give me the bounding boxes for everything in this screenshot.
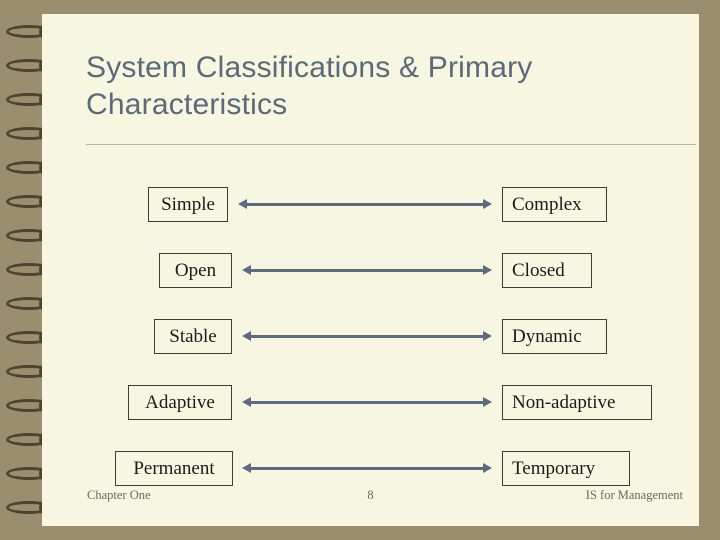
classification-right-box: Dynamic — [502, 319, 607, 354]
arrow-shaft — [250, 269, 484, 272]
slide-footer: Chapter One 8 IS for Management — [42, 488, 699, 506]
arrow-head-right-icon — [483, 463, 492, 473]
page-title: System Classifications & Primary Charact… — [86, 51, 533, 121]
double-arrow-icon — [242, 331, 492, 342]
classification-row: Adaptive Non-adaptive — [42, 372, 699, 438]
classification-rows: Simple Complex Open Closed Stable Dynamic Adap… — [42, 174, 699, 504]
arrow-head-right-icon — [483, 397, 492, 407]
classification-right-box: Non-adaptive — [502, 385, 652, 420]
arrow-shaft — [250, 335, 484, 338]
classification-row: Simple Complex — [42, 174, 699, 240]
classification-row: Open Closed — [42, 240, 699, 306]
classification-left-box: Stable — [154, 319, 232, 354]
arrow-shaft — [250, 467, 484, 470]
classification-left-box: Simple — [148, 187, 228, 222]
classification-right-box: Temporary — [502, 451, 630, 486]
slide-root: System Classifications & Primary Charact… — [0, 0, 720, 540]
classification-left-box: Open — [159, 253, 232, 288]
title-divider — [86, 144, 696, 145]
double-arrow-icon — [238, 199, 492, 210]
classification-row: Stable Dynamic — [42, 306, 699, 372]
arrow-shaft — [250, 401, 484, 404]
double-arrow-icon — [242, 463, 492, 474]
arrow-head-right-icon — [483, 199, 492, 209]
double-arrow-icon — [242, 397, 492, 408]
page-title-area: System Classifications & Primary Charact… — [86, 50, 666, 123]
footer-course: IS for Management — [585, 488, 683, 502]
classification-left-box: Adaptive — [128, 385, 232, 420]
arrow-head-right-icon — [483, 331, 492, 341]
arrow-shaft — [246, 203, 484, 206]
classification-right-box: Complex — [502, 187, 607, 222]
double-arrow-icon — [242, 265, 492, 276]
spiral-binding — [0, 0, 56, 540]
slide-page: System Classifications & Primary Charact… — [42, 14, 699, 526]
classification-left-box: Permanent — [115, 451, 233, 486]
arrow-head-right-icon — [483, 265, 492, 275]
classification-right-box: Closed — [502, 253, 592, 288]
